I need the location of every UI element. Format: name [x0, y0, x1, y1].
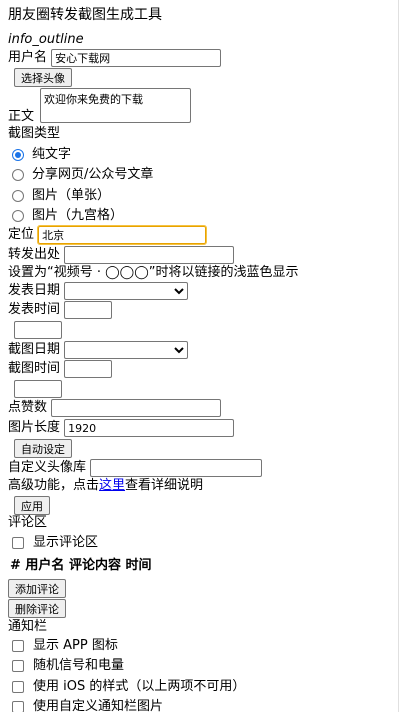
avatar-row: 选择头像 [14, 68, 72, 87]
likes-label: 点赞数 [8, 400, 48, 415]
image-length-row: 图片长度 [8, 419, 235, 438]
apply-button[interactable]: 应用 [14, 496, 50, 515]
random-signal-checkbox[interactable] [12, 660, 24, 672]
avatar-lib-input[interactable] [90, 459, 263, 477]
pub-time-hour-input[interactable] [64, 301, 113, 319]
image-length-label: 图片长度 [8, 420, 61, 435]
radio-grid-image[interactable] [12, 210, 24, 222]
type-option-grid-image[interactable]: 图片（九宫格） [8, 207, 123, 226]
add-comment-button[interactable]: 添加评论 [8, 579, 66, 598]
shot-date-row: 截图日期 [8, 341, 189, 360]
pub-date-label: 发表日期 [8, 283, 61, 298]
notify-section-label: 通知栏 [8, 619, 48, 634]
pub-date-row: 发表日期 [8, 282, 189, 301]
shot-date-select[interactable] [64, 341, 189, 359]
comments-table-header: # 用户名 评论内容 时间 [10, 558, 152, 573]
delete-comment-row: 删除评论 [8, 599, 66, 618]
username-row: 用户名 [8, 49, 222, 68]
shot-time-hour-input[interactable] [64, 360, 113, 378]
image-length-input[interactable] [64, 419, 235, 437]
location-label: 定位 [8, 227, 35, 242]
pub-time-minute-input[interactable] [14, 321, 62, 339]
advanced-row: 高级功能，点击这里查看详细说明 [8, 478, 204, 493]
notify-option-random-signal[interactable]: 随机信号和电量 [8, 657, 124, 676]
pub-date-select[interactable] [64, 282, 189, 300]
app-icon-checkbox[interactable] [12, 640, 24, 652]
delete-comment-button[interactable]: 删除评论 [8, 599, 66, 618]
username-label: 用户名 [8, 50, 48, 65]
page-title: 朋友圈转发截图生成工具 [8, 7, 162, 23]
comments-section-label: 评论区 [8, 515, 48, 530]
body-label: 正文 [8, 109, 35, 124]
choose-avatar-button[interactable]: 选择头像 [14, 68, 72, 87]
auto-set-button[interactable]: 自动设定 [14, 439, 72, 458]
body-textarea[interactable]: 欢迎你来免费的下载 [40, 88, 191, 123]
shot-time-row: 截图时间 [8, 360, 113, 379]
advanced-link[interactable]: 这里 [99, 478, 125, 493]
show-comments-option[interactable]: 显示评论区 [8, 534, 98, 553]
pub-time-label: 发表时间 [8, 302, 61, 317]
type-option-text[interactable]: 纯文字 [8, 146, 71, 165]
notify-option-ios-style[interactable]: 使用 iOS 的样式（以上两项不可用） [8, 678, 245, 697]
ios-style-checkbox[interactable] [12, 681, 24, 693]
location-row: 定位 [8, 225, 208, 245]
type-option-single-image[interactable]: 图片（单张） [8, 187, 110, 206]
avatar-lib-row: 自定义头像库 [8, 459, 263, 478]
type-option-share[interactable]: 分享网页/公众号文章 [8, 166, 153, 185]
location-input[interactable] [37, 225, 208, 245]
add-comment-row: 添加评论 [8, 579, 66, 598]
custom-bar-checkbox[interactable] [12, 701, 24, 712]
likes-row: 点赞数 [8, 399, 222, 418]
likes-input[interactable] [51, 399, 222, 417]
info-outline-icon: info_outline [8, 32, 84, 47]
page: 朋友圈转发截图生成工具 info_outline 用户名 选择头像 正文 欢迎你… [0, 0, 398, 712]
avatar-lib-label: 自定义头像库 [8, 460, 87, 475]
notify-option-custom-bar[interactable]: 使用自定义通知栏图片 [8, 698, 163, 712]
radio-share[interactable] [12, 169, 24, 181]
video-hint: 设置为“视频号 · ◯◯◯”时将以链接的浅蓝色显示 [8, 265, 299, 280]
forward-input[interactable] [64, 246, 235, 264]
shot-date-label: 截图日期 [8, 342, 61, 357]
pub-time-minute-row [14, 321, 62, 340]
radio-single-image[interactable] [12, 190, 24, 202]
show-comments-checkbox[interactable] [12, 537, 24, 549]
forward-label: 转发出处 [8, 247, 61, 262]
username-input[interactable] [51, 49, 222, 67]
pub-time-row: 发表时间 [8, 301, 113, 320]
radio-text[interactable] [12, 149, 24, 161]
shot-time-label: 截图时间 [8, 361, 61, 376]
right-divider [398, 0, 399, 712]
type-label: 截图类型 [8, 126, 61, 141]
shot-time-minute-input[interactable] [14, 380, 62, 398]
apply-row: 应用 [14, 496, 50, 515]
shot-time-minute-row [14, 380, 62, 399]
auto-row: 自动设定 [14, 439, 72, 458]
notify-option-app-icon[interactable]: 显示 APP 图标 [8, 637, 118, 656]
forward-row: 转发出处 [8, 246, 235, 265]
